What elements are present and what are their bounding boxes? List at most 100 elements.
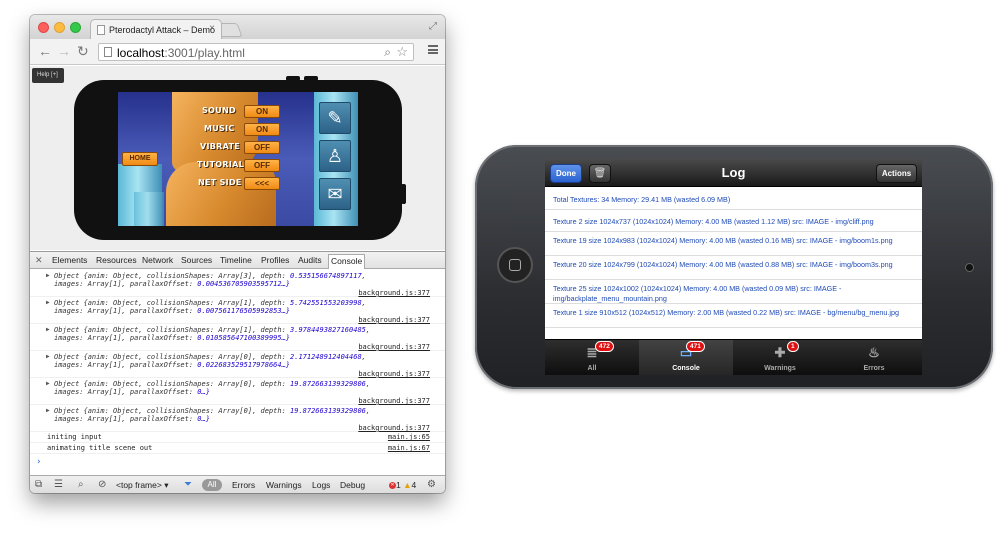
devtools-panel: ✕ Elements Resources Network Sources Tim… <box>30 251 445 493</box>
entry-line-1: Object {anim: Object, collisionShapes: A… <box>54 272 366 280</box>
filter-logs[interactable]: Logs <box>312 480 330 490</box>
console-entry[interactable]: ▶ Object {anim: Object, collisionShapes:… <box>30 270 445 297</box>
log-row[interactable]: Texture 25 size 1024x1002 (1024x1024) Me… <box>545 280 922 304</box>
log-row[interactable]: Texture 20 size 1024x799 (1024x1024) Mem… <box>545 256 922 280</box>
game-canvas[interactable]: HOME SOUND ON MUSIC ON VIBRATE OFF TUTOR… <box>118 92 358 226</box>
address-bar[interactable]: localhost:3001/play.html ⌕ ☆ <box>98 43 414 61</box>
log-row[interactable]: Texture 1 size 910x512 (1024x512) Memory… <box>545 304 922 328</box>
tab-all[interactable]: ≣ 472 All <box>545 340 639 375</box>
console-entry[interactable]: ▶ Object {anim: Object, collisionShapes:… <box>30 324 445 351</box>
actions-button[interactable]: Actions <box>876 164 917 183</box>
dock-icon[interactable]: ⧉ <box>35 479 42 490</box>
entry-line-1: Object {anim: Object, collisionShapes: A… <box>54 299 366 307</box>
source-link[interactable]: background.js:377 <box>358 424 430 432</box>
log-list[interactable]: Total Textures: 34 Memory: 29.41 MB (was… <box>545 188 922 338</box>
frame-selector[interactable]: <top frame> ▾ <box>116 480 168 491</box>
back-arrow-icon[interactable]: ← <box>38 43 52 59</box>
zoom-icon[interactable]: ⌕ <box>384 45 391 60</box>
browser-tab[interactable]: Pterodactyl Attack – Demo × <box>90 19 222 39</box>
source-link[interactable]: background.js:377 <box>358 316 430 324</box>
tab-profiles[interactable]: Profiles <box>261 255 289 265</box>
home-button[interactable]: HOME <box>122 152 158 166</box>
error-icon: ✕ <box>389 482 396 490</box>
console-prompt[interactable]: › <box>30 454 445 468</box>
filter-errors[interactable]: Errors <box>232 480 255 490</box>
console-entry[interactable]: ▶ Object {anim: Object, collisionShapes:… <box>30 405 445 432</box>
clear-console-icon[interactable]: ⊘ <box>98 479 106 490</box>
expand-triangle-icon[interactable]: ▶ <box>46 380 50 387</box>
fullscreen-icon[interactable]: ⤢ <box>429 21 437 32</box>
log-message: animating title scene out <box>47 444 153 452</box>
source-link[interactable]: background.js:377 <box>358 397 430 405</box>
source-link[interactable]: main.js:65 <box>388 433 430 441</box>
filter-icon[interactable]: ⏷ <box>184 479 192 490</box>
console-entry[interactable]: ▶ Object {anim: Object, collisionShapes:… <box>30 297 445 324</box>
home-button-hardware[interactable] <box>497 247 533 283</box>
bookmark-star-icon[interactable]: ☆ <box>396 44 408 60</box>
tab-console[interactable]: ▭ 471 Console <box>639 340 733 375</box>
vibrate-label: VIBRATE <box>200 142 241 151</box>
scroll-icon[interactable]: ✉ <box>319 178 351 210</box>
vibrate-toggle[interactable]: OFF <box>244 141 280 154</box>
source-link[interactable]: background.js:377 <box>358 370 430 378</box>
reload-icon[interactable]: ↻ <box>77 43 89 59</box>
tab-elements[interactable]: Elements <box>52 255 87 265</box>
close-devtools-icon[interactable]: ✕ <box>35 255 43 266</box>
music-toggle[interactable]: ON <box>244 123 280 136</box>
tab-audits[interactable]: Audits <box>298 255 322 265</box>
error-warning-counter[interactable]: ✕1 ▲4 <box>389 480 416 490</box>
first-aid-kit-icon: ✚ <box>774 345 786 360</box>
minimize-window-button[interactable] <box>54 22 65 33</box>
tab-warnings[interactable]: ✚ 1 Warnings <box>733 340 827 375</box>
filter-all-button[interactable]: All <box>202 479 222 491</box>
expand-triangle-icon[interactable]: ▶ <box>46 299 50 306</box>
music-label: MUSIC <box>204 124 235 133</box>
tab-console[interactable]: Console <box>328 254 366 269</box>
console-entry[interactable]: ▶ Object {anim: Object, collisionShapes:… <box>30 378 445 405</box>
title-bar: Pterodactyl Attack – Demo × ⤢ <box>30 15 445 39</box>
tab-resources[interactable]: Resources <box>96 255 137 265</box>
close-window-button[interactable] <box>38 22 49 33</box>
source-link[interactable]: background.js:377 <box>358 343 430 351</box>
source-link[interactable]: main.js:67 <box>388 444 430 452</box>
entry-line-1: Object {anim: Object, collisionShapes: A… <box>54 380 371 388</box>
console-entry[interactable]: ▶ Object {anim: Object, collisionShapes:… <box>30 351 445 378</box>
tab-errors[interactable]: ♨ Errors <box>827 340 921 375</box>
wrench-icon[interactable]: ✎ <box>319 102 351 134</box>
tab-title: Pterodactyl Attack – Demo <box>109 25 216 35</box>
log-row[interactable]: Texture 2 size 1024x737 (1024x1024) Memo… <box>545 210 922 232</box>
help-button[interactable]: Help [+] <box>32 68 64 83</box>
strongman-icon[interactable]: ♙ <box>319 140 351 172</box>
search-icon[interactable]: ⌕ <box>78 479 84 490</box>
log-row[interactable]: Total Textures: 34 Memory: 29.41 MB (was… <box>545 188 922 210</box>
filter-debug[interactable]: Debug <box>340 480 365 490</box>
log-row[interactable]: Texture 19 size 1024x983 (1024x1024) Mem… <box>545 232 922 256</box>
filter-warnings[interactable]: Warnings <box>266 480 302 490</box>
tab-timeline[interactable]: Timeline <box>220 255 252 265</box>
log-message: initing input <box>47 433 102 441</box>
entry-line-2: images: Array[1], parallaxOffset: 0…} <box>54 415 210 423</box>
tutorial-toggle[interactable]: OFF <box>244 159 280 172</box>
show-drawer-icon[interactable]: ☰ <box>54 479 63 490</box>
net-side-toggle[interactable]: <<< <box>244 177 280 190</box>
entry-line-1: Object {anim: Object, collisionShapes: A… <box>54 353 366 361</box>
forward-arrow-icon[interactable]: → <box>57 43 71 59</box>
iphone-screen: Done 🗑 Log Actions Total Textures: 34 Me… <box>545 159 922 375</box>
console-log-line: animating title scene out main.js:67 <box>30 443 445 454</box>
expand-triangle-icon[interactable]: ▶ <box>46 272 50 279</box>
console-log-line: initing input main.js:65 <box>30 432 445 443</box>
ice-cliff-left-lower <box>134 192 164 226</box>
tab-sources[interactable]: Sources <box>181 255 212 265</box>
source-link[interactable]: background.js:377 <box>358 289 430 297</box>
close-tab-icon[interactable]: × <box>209 23 215 34</box>
maximize-window-button[interactable] <box>70 22 81 33</box>
badge-count: 1 <box>787 341 799 352</box>
expand-triangle-icon[interactable]: ▶ <box>46 326 50 333</box>
navigation-bar: Done 🗑 Log Actions <box>545 159 922 187</box>
tab-network[interactable]: Network <box>142 255 173 265</box>
expand-triangle-icon[interactable]: ▶ <box>46 407 50 414</box>
hamburger-menu-icon[interactable] <box>428 45 438 54</box>
sound-toggle[interactable]: ON <box>244 105 280 118</box>
settings-gear-icon[interactable]: ⚙ <box>427 479 436 490</box>
expand-triangle-icon[interactable]: ▶ <box>46 353 50 360</box>
